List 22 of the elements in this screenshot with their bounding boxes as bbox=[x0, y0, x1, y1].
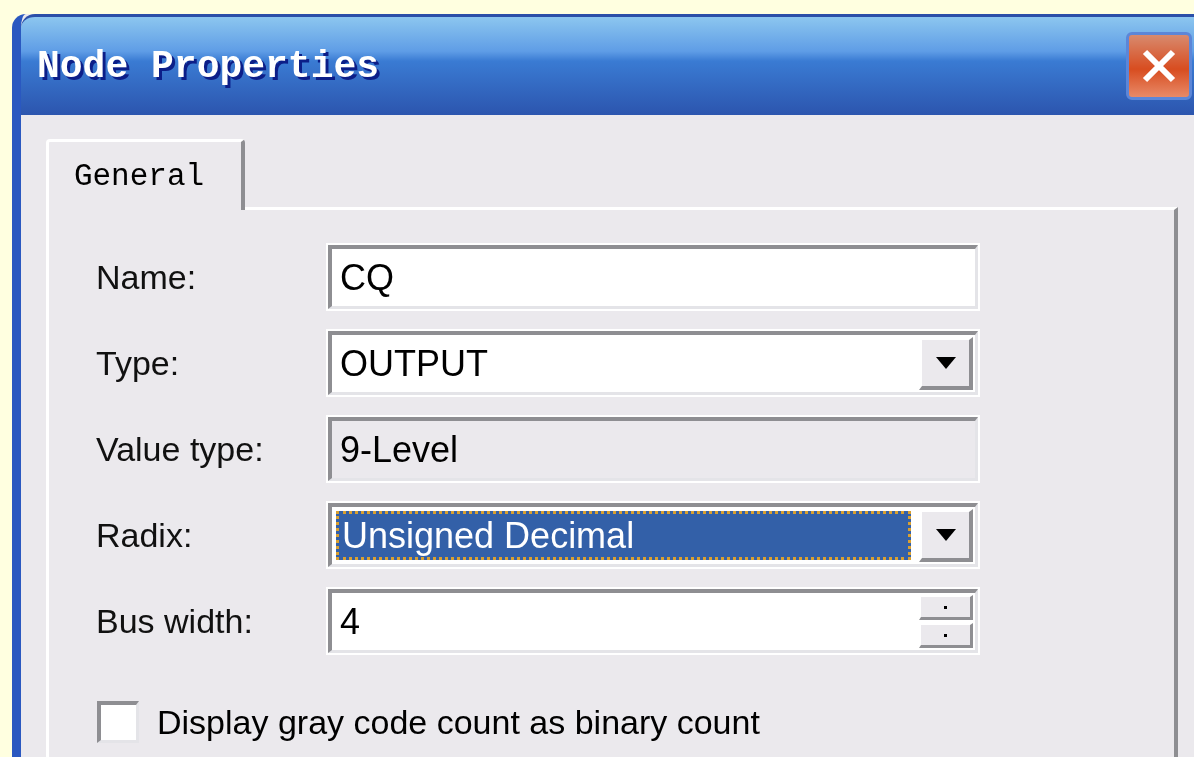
caret-icon bbox=[935, 529, 956, 541]
spin-down-button[interactable] bbox=[919, 623, 973, 648]
close-icon bbox=[1141, 48, 1177, 84]
spin-field[interactable]: 4 bbox=[328, 589, 978, 653]
field-label: Bus width: bbox=[96, 601, 254, 641]
spin-up-button[interactable] bbox=[919, 595, 973, 620]
field-label: Value type: bbox=[96, 429, 265, 469]
caret-icon bbox=[935, 357, 956, 369]
dropdown[interactable]: OUTPUT bbox=[328, 331, 978, 395]
dropdown-arrow-button[interactable] bbox=[919, 509, 973, 562]
tab[interactable]: General bbox=[46, 139, 245, 210]
field-label: Name: bbox=[96, 257, 198, 297]
field-label: Type: bbox=[96, 343, 181, 383]
value-type-field: 9-Level bbox=[328, 417, 978, 481]
checkbox-label: Display gray code count as binary count bbox=[157, 702, 760, 742]
window-title: Node Properties bbox=[36, 44, 380, 88]
dropdown-arrow-button[interactable] bbox=[919, 337, 973, 390]
checkbox[interactable] bbox=[97, 701, 139, 743]
field-label: Radix: bbox=[96, 515, 194, 555]
dropdown[interactable]: Unsigned Decimal bbox=[328, 503, 978, 567]
close-button[interactable] bbox=[1126, 32, 1192, 100]
name-field[interactable]: CQ bbox=[328, 245, 978, 309]
